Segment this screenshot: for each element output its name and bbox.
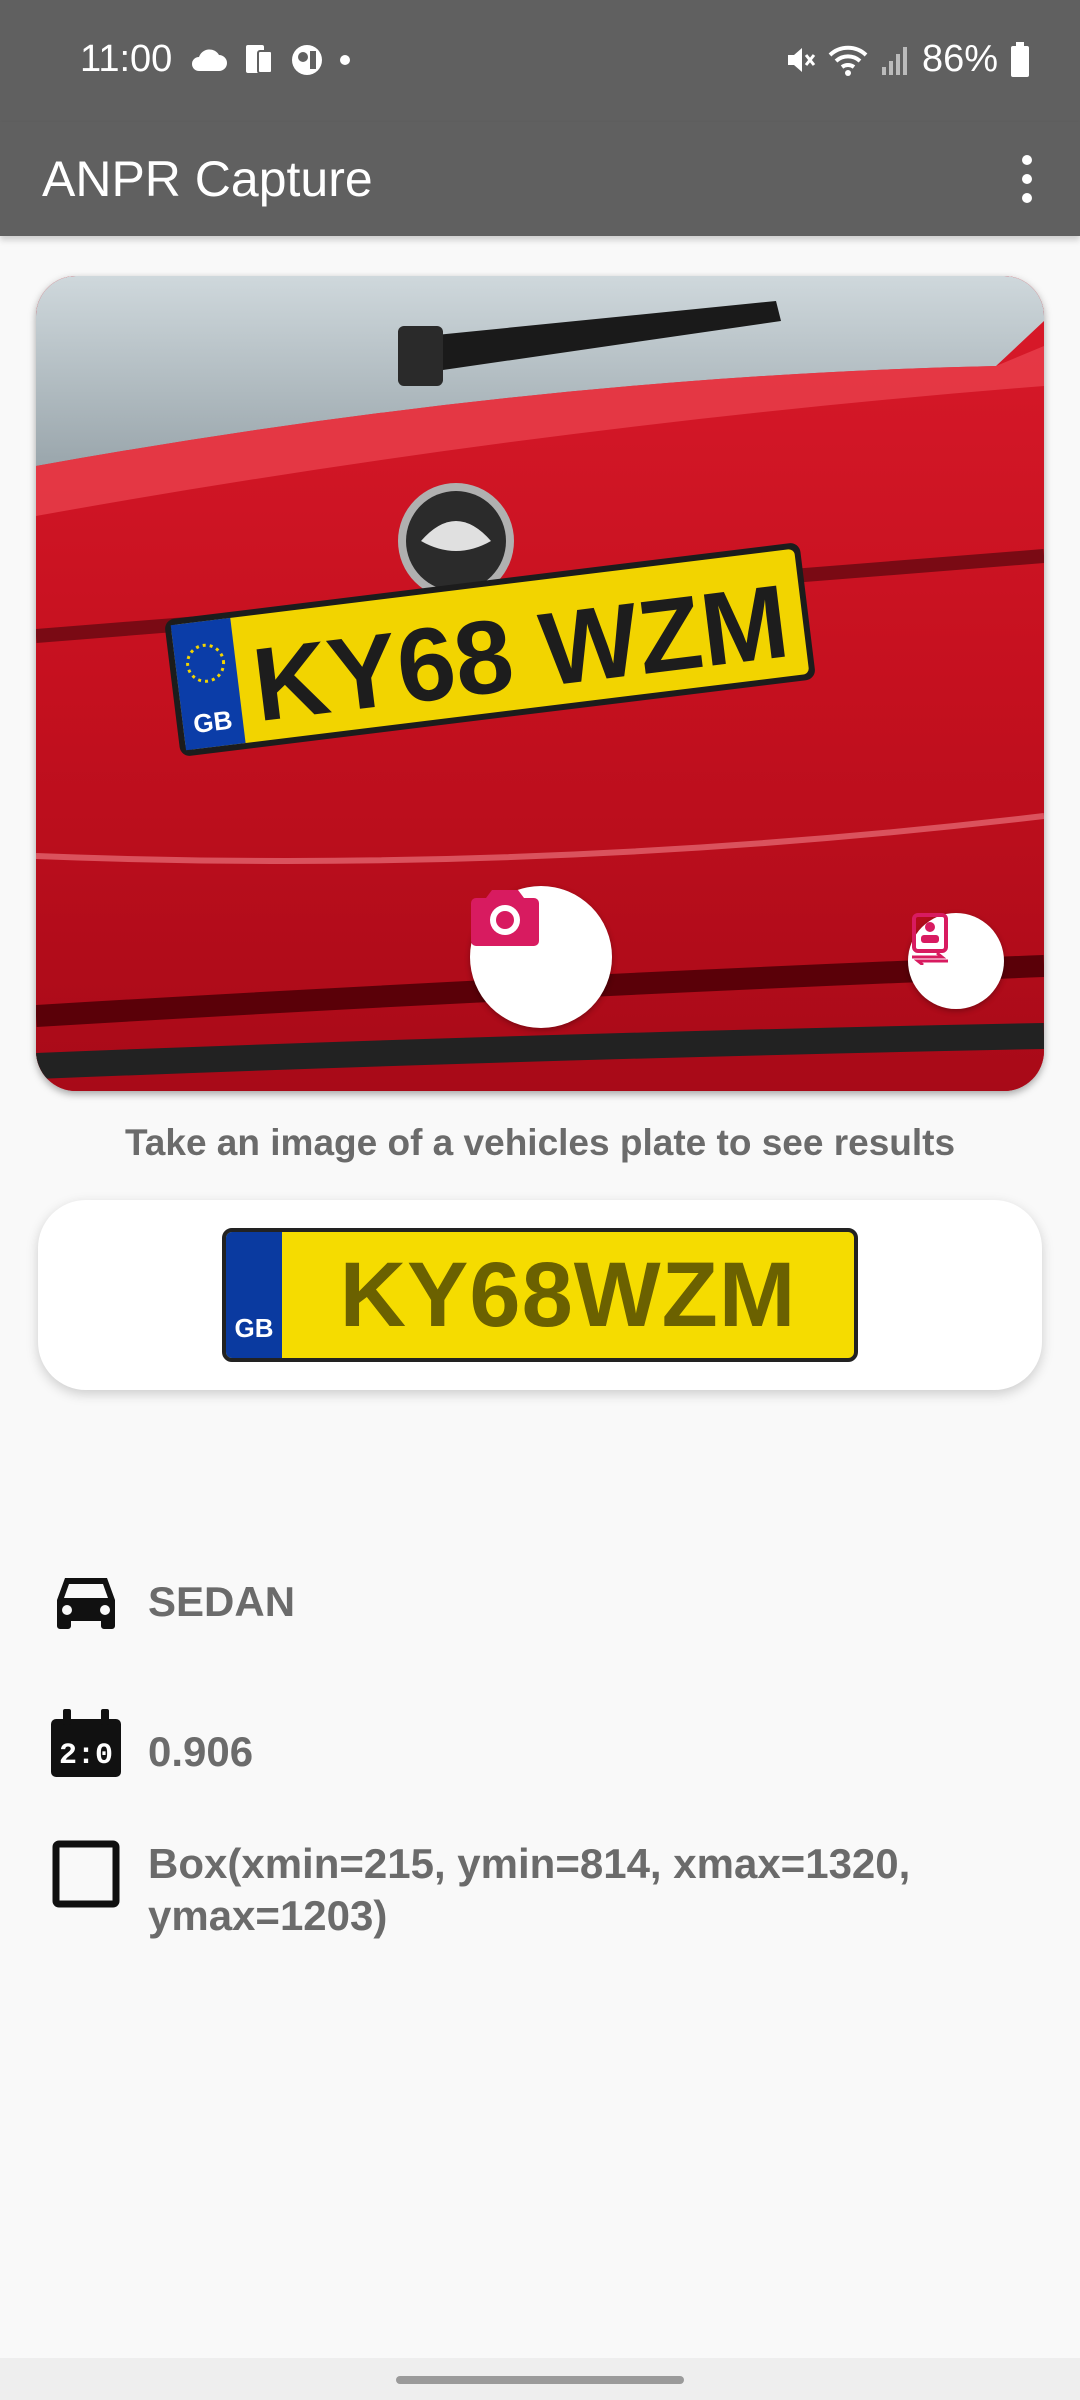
confidence-score: 0.906 — [148, 1728, 254, 1775]
switch-camera-icon — [912, 913, 948, 965]
instruction-text: Take an image of a vehicles plate to see… — [124, 1122, 956, 1163]
bounding-box-row: Box(xmin=215, ymin=814, xmax=1320, ymax=… — [48, 1836, 1008, 1942]
bounding-box: Box(xmin=215, ymin=814, xmax=1320, ymax=… — [148, 1840, 911, 1939]
signal-icon — [881, 46, 907, 75]
app-title: ANPR Capture — [42, 151, 373, 207]
mute-icon — [787, 47, 816, 72]
status-time: 11:00 — [80, 38, 173, 80]
capture-button[interactable] — [470, 886, 612, 1028]
box-icon — [48, 1836, 124, 1912]
switch-camera-button[interactable] — [908, 913, 1004, 1009]
notification-icons — [190, 40, 352, 80]
plate-country-code: GB — [234, 1313, 274, 1343]
car-icon — [48, 1564, 124, 1640]
system-icons: 86% — [782, 38, 1030, 81]
status-bar: 11:00 86% — [0, 0, 1080, 122]
device-icon — [246, 45, 273, 74]
vehicle-type-row: SEDAN — [48, 1564, 295, 1640]
vehicle-type: SEDAN — [148, 1578, 296, 1625]
app-bar: ANPR Capture — [0, 122, 1080, 236]
camera-preview: GB KY68 WZM — [36, 276, 1044, 1091]
recognized-plate: GB KY68WZM — [222, 1228, 858, 1362]
gesture-handle[interactable] — [396, 2376, 684, 2384]
camera-icon — [471, 890, 539, 946]
score-icon: 2:0 — [48, 1706, 124, 1782]
battery-level: 86% — [921, 38, 998, 80]
svg-text:2:0: 2:0 — [59, 1739, 113, 1773]
plate-number: KY68WZM — [339, 1243, 797, 1346]
svg-text:GB: GB — [192, 705, 234, 740]
battery-icon — [1011, 41, 1029, 77]
wifi-icon — [828, 45, 868, 76]
more-vert-icon[interactable] — [990, 140, 1064, 218]
dot-icon — [340, 55, 350, 65]
plate-result-card: GB KY68WZM — [38, 1200, 1042, 1390]
score-row: 2:0 0.906 — [48, 1706, 253, 1782]
cloud-icon — [192, 49, 227, 71]
app-status-icon — [292, 45, 322, 75]
